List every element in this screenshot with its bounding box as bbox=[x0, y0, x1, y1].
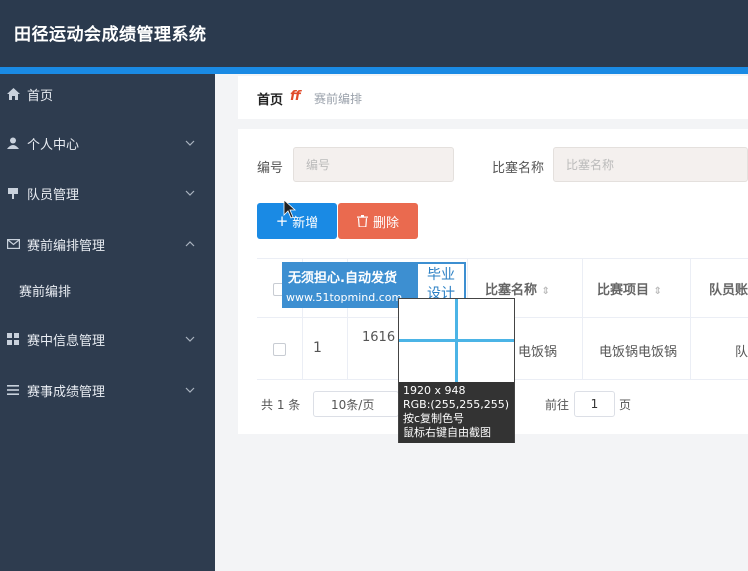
sidebar-item-profile[interactable]: 个人中心 bbox=[0, 123, 215, 163]
id-input[interactable]: 编号 bbox=[293, 147, 454, 182]
sidebar-item-members[interactable]: 队员管理 bbox=[0, 173, 215, 213]
column-divider bbox=[582, 259, 583, 319]
home-icon bbox=[6, 87, 20, 101]
sidebar-item-label: 个人中心 bbox=[27, 137, 80, 153]
picker-rgb: RGB:(255,255,255) bbox=[403, 398, 509, 411]
menu-icon bbox=[6, 383, 20, 397]
screen-color-picker: 1920 x 948 RGB:(255,255,255) 按c复制色号 鼠标右键… bbox=[398, 298, 515, 443]
name-input[interactable]: 比塞名称 bbox=[553, 147, 748, 182]
delete-button-label: 删除 bbox=[372, 215, 399, 231]
name-label: 比塞名称 bbox=[492, 161, 545, 176]
ad-badge-line1: 毕业 bbox=[427, 267, 455, 283]
top-bar: 田径运动会成绩管理系统 bbox=[0, 0, 748, 67]
sidebar-item-label: 赛前编排管理 bbox=[27, 238, 106, 254]
mouse-cursor-icon bbox=[283, 199, 297, 219]
chevron-up-icon bbox=[185, 241, 195, 247]
user-icon bbox=[6, 136, 20, 150]
page-number-value: 1 bbox=[590, 397, 599, 411]
page-number-input[interactable]: 1 bbox=[574, 391, 615, 417]
sort-icon[interactable]: ⇕ bbox=[542, 286, 550, 297]
crosshair-horizontal bbox=[399, 339, 514, 342]
sidebar-item-label: 赛前编排 bbox=[19, 284, 72, 300]
row-index: 1 bbox=[313, 340, 322, 356]
sidebar-item-label: 队员管理 bbox=[27, 187, 80, 203]
picker-hint-copy: 按c复制色号 bbox=[403, 412, 465, 425]
chevron-down-icon bbox=[185, 190, 195, 196]
row-id: 1616 bbox=[362, 330, 396, 345]
column-divider bbox=[302, 318, 303, 380]
row-name: 电饭锅 bbox=[518, 345, 558, 360]
mail-icon bbox=[6, 237, 20, 251]
column-header-name[interactable]: 比塞名称 ⇕ bbox=[485, 279, 550, 298]
column-divider bbox=[582, 318, 583, 380]
app-title: 田径运动会成绩管理系统 bbox=[14, 25, 207, 45]
column-header-member[interactable]: 队员账 bbox=[709, 279, 748, 298]
row-member: 队 bbox=[735, 345, 748, 360]
pagination-total: 共 1 条 bbox=[261, 398, 301, 412]
breadcrumb-current: 赛前编排 bbox=[314, 92, 363, 106]
column-divider bbox=[690, 259, 691, 319]
sidebar-item-in-game-info[interactable]: 赛中信息管理 bbox=[0, 319, 215, 359]
pagination-page-suffix: 页 bbox=[619, 398, 632, 412]
picker-hint-capture: 鼠标右键自由截图 bbox=[403, 426, 491, 439]
sidebar-item-home[interactable]: 首页 bbox=[0, 74, 215, 114]
picker-info: 1920 x 948 RGB:(255,255,255) 按c复制色号 鼠标右键… bbox=[399, 382, 514, 443]
column-divider bbox=[347, 318, 348, 380]
page-size-value: 10条/页 bbox=[331, 397, 375, 412]
sidebar: 首页 个人中心 队员管理 赛前编排管理 赛前编排 赛中信息管理 赛事成绩管理 bbox=[0, 74, 215, 571]
sidebar-item-results-mgmt[interactable]: 赛事成绩管理 bbox=[0, 370, 215, 410]
sidebar-item-label: 赛中信息管理 bbox=[27, 333, 106, 349]
sidebar-item-label: 首页 bbox=[27, 88, 54, 104]
trash-icon bbox=[356, 215, 368, 227]
picker-size: 1920 x 948 bbox=[403, 384, 466, 397]
ad-text-line2: www.51topmind.com bbox=[286, 291, 403, 304]
breadcrumb-separator-icon: ff bbox=[290, 89, 301, 104]
sidebar-item-label: 赛事成绩管理 bbox=[27, 384, 106, 400]
page-size-select[interactable]: 10条/页 bbox=[313, 391, 399, 417]
column-divider bbox=[690, 318, 691, 380]
breadcrumb-home[interactable]: 首页 bbox=[257, 89, 283, 108]
add-button[interactable]: + 新增 bbox=[257, 203, 337, 239]
chevron-down-icon bbox=[185, 387, 195, 393]
sidebar-item-pre-schedule-mgmt[interactable]: 赛前编排管理 bbox=[0, 224, 215, 264]
row-event: 电饭锅电饭锅 bbox=[599, 345, 678, 360]
flag-icon bbox=[6, 186, 20, 200]
id-input-placeholder: 编号 bbox=[306, 158, 331, 172]
delete-button[interactable]: 删除 bbox=[338, 203, 418, 239]
sort-icon[interactable]: ⇕ bbox=[654, 286, 662, 297]
id-label: 编号 bbox=[257, 161, 284, 176]
sidebar-subitem-pre-schedule[interactable]: 赛前编排 bbox=[0, 270, 215, 310]
accent-bar bbox=[0, 67, 748, 74]
grid-icon bbox=[6, 332, 20, 346]
column-header-event[interactable]: 比赛项目 ⇕ bbox=[597, 279, 662, 298]
pagination-goto-label: 前往 bbox=[545, 398, 570, 412]
breadcrumb: 首页 ff 赛前编排 bbox=[238, 76, 748, 119]
row-checkbox[interactable] bbox=[273, 343, 286, 356]
name-input-placeholder: 比塞名称 bbox=[566, 158, 615, 172]
chevron-down-icon bbox=[185, 336, 195, 342]
ad-text-line1: 无须担心.自动发货 bbox=[288, 271, 397, 286]
chevron-down-icon bbox=[185, 140, 195, 146]
